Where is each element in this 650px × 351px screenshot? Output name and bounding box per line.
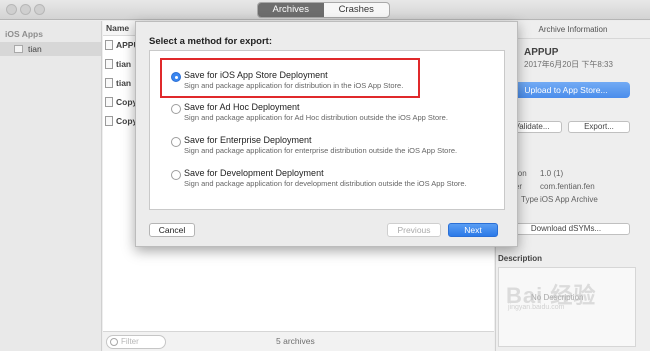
sheet-title: Select a method for export:: [149, 36, 272, 47]
radio-icon[interactable]: [171, 104, 181, 114]
minimize-window-button[interactable]: [20, 4, 31, 15]
export-method-sheet: Select a method for export: Save for iOS…: [135, 21, 518, 247]
option-description: Sign and package application for enterpr…: [184, 146, 458, 155]
option-description: Sign and package application for develop…: [184, 179, 467, 188]
close-window-button[interactable]: [6, 4, 17, 15]
option-title: Save for Ad Hoc Deployment: [184, 102, 300, 112]
selection-highlight-box: [160, 58, 420, 98]
option-title: Save for Enterprise Deployment: [184, 135, 312, 145]
radio-icon[interactable]: [171, 170, 181, 180]
radio-icon[interactable]: [171, 137, 181, 147]
zoom-window-button[interactable]: [34, 4, 45, 15]
option-description: Sign and package application for Ad Hoc …: [184, 113, 448, 122]
tab-crashes[interactable]: Crashes: [324, 3, 390, 17]
tab-control: Archives Crashes: [257, 2, 390, 18]
cancel-button[interactable]: Cancel: [149, 223, 195, 237]
title-bar: Archives Crashes: [0, 0, 650, 20]
tab-archives[interactable]: Archives: [258, 3, 324, 17]
previous-button[interactable]: Previous: [387, 223, 441, 237]
option-title: Save for Development Deployment: [184, 168, 324, 178]
next-button[interactable]: Next: [448, 223, 498, 237]
